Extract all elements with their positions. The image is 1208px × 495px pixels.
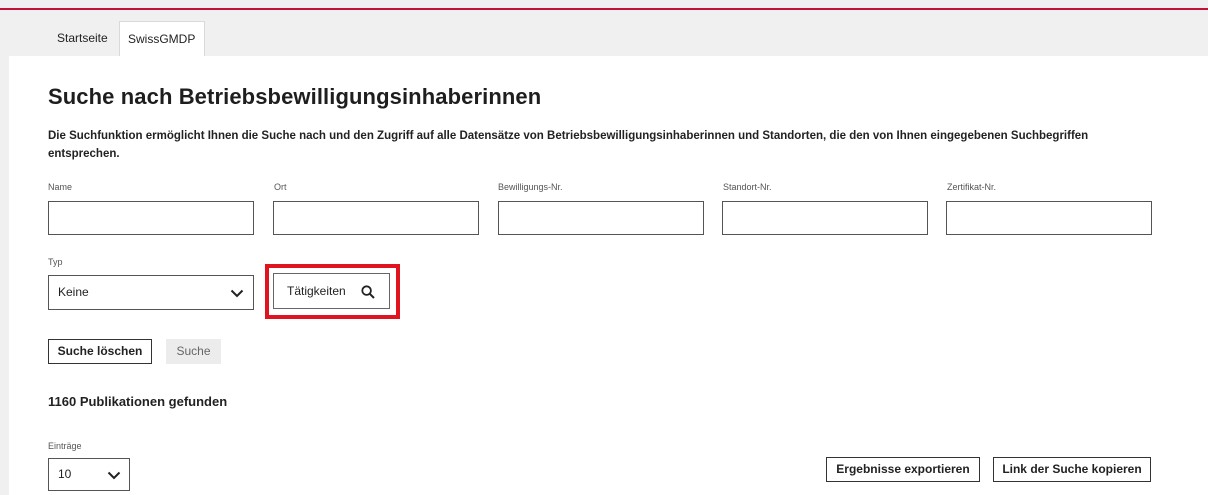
page-description: Die Suchfunktion ermöglicht Ihnen die Su… — [48, 130, 1089, 160]
chevron-down-icon — [107, 471, 121, 480]
bewilligungs-nr-input[interactable] — [498, 201, 704, 235]
copy-search-link-button[interactable]: Link der Suche kopieren — [993, 457, 1151, 482]
search-button[interactable]: Suche — [166, 339, 221, 364]
ort-input[interactable] — [273, 201, 479, 235]
export-results-button[interactable]: Ergebnisse exportieren — [826, 457, 980, 482]
standort-nr-input[interactable] — [722, 201, 928, 235]
typ-selected-value: Keine — [58, 285, 89, 299]
chevron-down-icon — [230, 289, 244, 298]
tab-bar: Startseite SwissGMDP — [0, 10, 1208, 56]
results-count: 1160 Publikationen gefunden — [48, 394, 228, 409]
typ-select[interactable]: Keine — [48, 275, 254, 310]
entries-select[interactable]: 10 — [48, 458, 130, 491]
page-title: Suche nach Betriebsbewilligungsinhaberin… — [48, 84, 542, 109]
tab-startseite[interactable]: Startseite — [48, 21, 117, 56]
entries-label: Einträge — [48, 441, 82, 451]
name-label: Name — [48, 182, 73, 192]
taetigkeiten-label: Tätigkeiten — [287, 284, 346, 298]
tab-swissgmdp[interactable]: SwissGMDP — [119, 21, 205, 56]
zertifikat-nr-input[interactable] — [946, 201, 1152, 235]
typ-label: Typ — [48, 257, 63, 267]
clear-search-button[interactable]: Suche löschen — [48, 339, 152, 364]
entries-selected-value: 10 — [58, 467, 72, 481]
zertifikat-nr-label: Zertifikat-Nr. — [947, 182, 997, 192]
name-input[interactable] — [48, 201, 254, 235]
search-icon — [361, 285, 375, 299]
bewilligungs-nr-label: Bewilligungs-Nr. — [498, 182, 563, 192]
taetigkeiten-button[interactable]: Tätigkeiten — [273, 273, 390, 309]
standort-nr-label: Standort-Nr. — [723, 182, 772, 192]
ort-label: Ort — [274, 182, 287, 192]
